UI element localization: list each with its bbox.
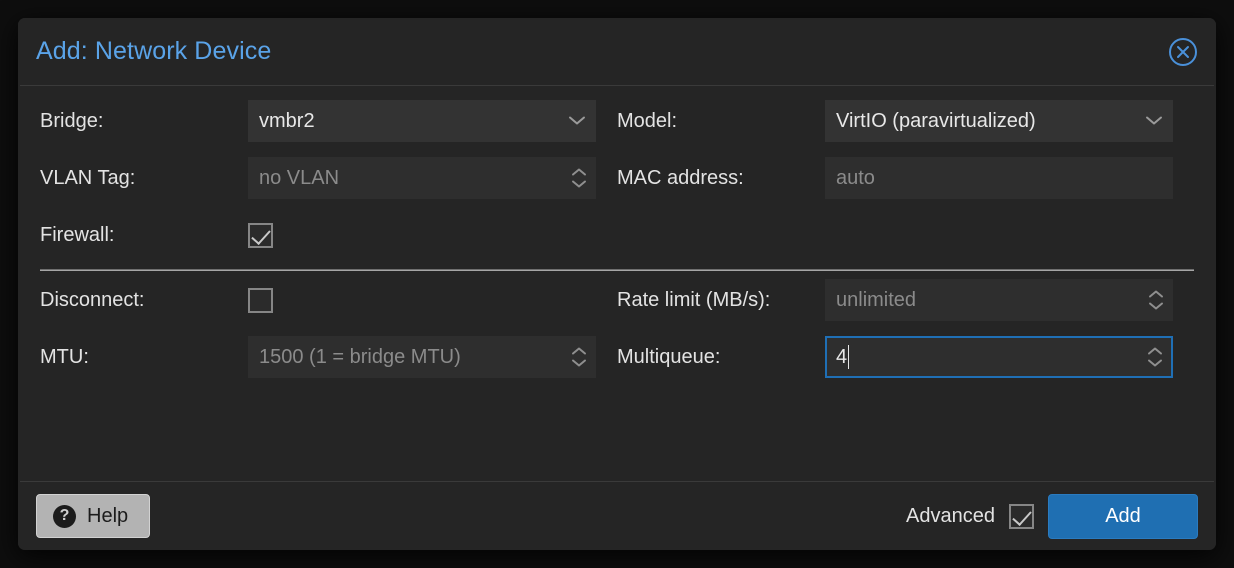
vlan-tag-placeholder: no VLAN — [259, 166, 340, 189]
vlan-tag-input[interactable]: no VLAN — [248, 157, 596, 199]
mtu-spinner[interactable] — [571, 347, 587, 368]
add-network-device-dialog: Add: Network Device Bridge: vmbr2 VLAN T… — [18, 18, 1216, 550]
field-row-mac-address: MAC address: auto — [617, 157, 1194, 199]
field-row-firewall: Firewall: — [40, 214, 617, 256]
rate-limit-spinner[interactable] — [1148, 290, 1164, 311]
bridge-combobox[interactable]: vmbr2 — [248, 100, 596, 142]
mac-address-input[interactable]: auto — [825, 157, 1173, 199]
advanced-section: Disconnect: MTU: 1500 (1 = bridge MTU) R… — [20, 279, 1214, 378]
bridge-value: vmbr2 — [259, 109, 315, 132]
field-row-vlan-tag: VLAN Tag: no VLAN — [40, 157, 617, 199]
advanced-checkbox[interactable] — [1009, 503, 1034, 529]
dialog-content: Bridge: vmbr2 VLAN Tag: no VLAN Firewall… — [20, 85, 1214, 482]
rate-limit-label: Rate limit (MB/s): — [617, 288, 771, 311]
chevron-down-icon — [568, 110, 586, 133]
advanced-right-column: Rate limit (MB/s): unlimited Multiqueue: — [617, 279, 1194, 378]
basic-section: Bridge: vmbr2 VLAN Tag: no VLAN Firewall… — [20, 100, 1214, 256]
text-caret — [848, 345, 850, 369]
vlan-tag-spinner[interactable] — [571, 168, 587, 189]
dialog-header: Add: Network Device — [18, 18, 1216, 85]
multiqueue-label: Multiqueue: — [617, 345, 721, 368]
firewall-label: Firewall: — [40, 223, 115, 246]
mtu-label: MTU: — [40, 345, 89, 368]
field-row-mtu: MTU: 1500 (1 = bridge MTU) — [40, 336, 617, 378]
footer-actions: Advanced Add — [906, 493, 1198, 539]
model-label: Model: — [617, 109, 678, 132]
add-button[interactable]: Add — [1048, 493, 1198, 539]
help-button[interactable]: ? Help — [36, 494, 151, 538]
add-button-label: Add — [1105, 504, 1141, 527]
field-row-model: Model: VirtIO (paravirtualized) — [617, 100, 1194, 142]
multiqueue-spinner[interactable] — [1147, 347, 1163, 368]
rate-limit-placeholder: unlimited — [836, 288, 917, 311]
field-row-rate-limit: Rate limit (MB/s): unlimited — [617, 279, 1194, 321]
vlan-tag-label: VLAN Tag: — [40, 166, 136, 189]
field-row-bridge: Bridge: vmbr2 — [40, 100, 617, 142]
field-row-disconnect: Disconnect: — [40, 279, 617, 321]
mac-address-placeholder: auto — [836, 166, 875, 189]
basic-right-spacer — [617, 214, 1194, 256]
mtu-placeholder: 1500 (1 = bridge MTU) — [259, 345, 461, 368]
section-divider — [40, 269, 1194, 271]
disconnect-label: Disconnect: — [40, 288, 145, 311]
basic-left-column: Bridge: vmbr2 VLAN Tag: no VLAN Firewall… — [40, 100, 617, 256]
multiqueue-input[interactable]: 4 — [825, 336, 1173, 378]
chevron-down-icon — [1145, 110, 1163, 133]
close-circle-icon[interactable] — [1168, 37, 1198, 67]
rate-limit-input[interactable]: unlimited — [825, 279, 1173, 321]
field-row-multiqueue: Multiqueue: 4 — [617, 336, 1194, 378]
question-mark-icon: ? — [53, 504, 76, 528]
multiqueue-value: 4 — [836, 345, 848, 368]
dialog-title: Add: Network Device — [36, 37, 272, 65]
advanced-label: Advanced — [906, 504, 995, 527]
model-combobox[interactable]: VirtIO (paravirtualized) — [825, 100, 1173, 142]
dialog-footer: ? Help Advanced Add — [18, 482, 1216, 550]
firewall-checkbox[interactable] — [248, 222, 273, 248]
model-value: VirtIO (paravirtualized) — [836, 109, 1036, 132]
advanced-left-column: Disconnect: MTU: 1500 (1 = bridge MTU) — [40, 279, 617, 378]
disconnect-checkbox[interactable] — [248, 287, 273, 313]
help-button-label: Help — [87, 504, 129, 527]
basic-right-column: Model: VirtIO (paravirtualized) MAC addr… — [617, 100, 1194, 256]
bridge-label: Bridge: — [40, 109, 104, 132]
mtu-input[interactable]: 1500 (1 = bridge MTU) — [248, 336, 596, 378]
mac-address-label: MAC address: — [617, 166, 744, 189]
